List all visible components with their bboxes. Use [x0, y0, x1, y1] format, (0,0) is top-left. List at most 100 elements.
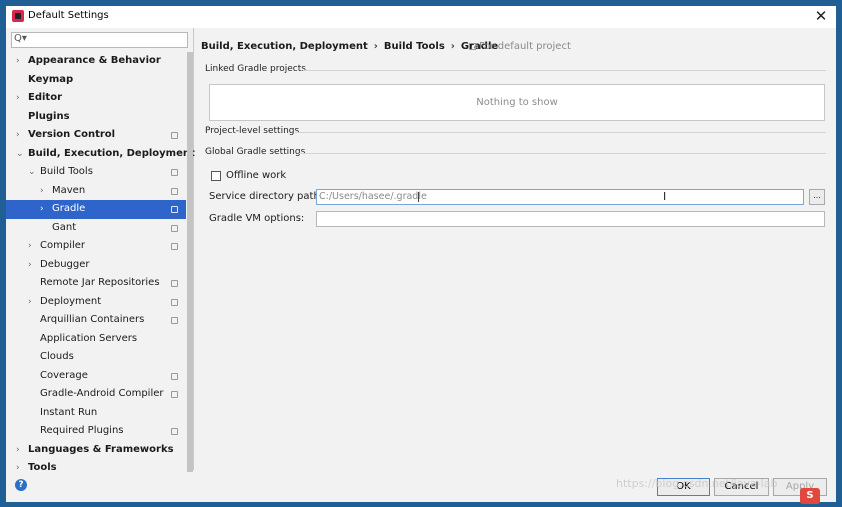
chevron-right-icon[interactable]: › [40, 182, 44, 201]
sidebar-item-label: Gradle [52, 203, 86, 214]
chevron-right-icon[interactable]: › [40, 200, 44, 219]
sidebar-item[interactable]: › Tools [6, 459, 186, 478]
browse-button[interactable]: ... [809, 189, 825, 205]
service-directory-input[interactable]: C:/Users/hasee/.gradle I [316, 189, 804, 205]
project-copy-icon [171, 132, 178, 139]
sidebar-item[interactable]: › Languages & Frameworks [6, 441, 186, 460]
sidebar-item[interactable]: Coverage [6, 367, 186, 386]
sidebar-scrollbar-thumb[interactable] [187, 52, 193, 472]
vm-options-input[interactable] [316, 211, 825, 227]
project-copy-icon [171, 187, 178, 195]
sidebar-item[interactable]: ⌄ Build, Execution, Deployment [6, 145, 195, 164]
chevron-right-icon[interactable]: › [28, 256, 32, 275]
sidebar-item-label: Keymap [28, 73, 74, 85]
sidebar-item-label: Plugins [28, 110, 70, 122]
chevron-right-icon[interactable]: › [28, 237, 32, 256]
sidebar-item[interactable]: › Editor [6, 89, 186, 108]
watermark-text: https://blog.csdn.net/java-lab [616, 477, 778, 490]
sidebar-item[interactable]: › Maven [6, 182, 186, 201]
close-icon[interactable]: ✕ [812, 7, 830, 25]
chevron-down-icon[interactable]: ⌄ [16, 145, 24, 164]
settings-tree: › Appearance & Behavior Keymap › Editor Plugi… [6, 52, 195, 478]
vm-options-label: Gradle VM options: [209, 213, 305, 224]
title-bar: Default Settings ✕ [6, 6, 836, 28]
gradle-settings-panel: Build, Execution, Deployment › Build Tools… [195, 28, 836, 470]
sidebar-item[interactable]: Plugins [6, 108, 186, 127]
sidebar-item-label: Required Plugins [40, 425, 124, 436]
sidebar-item[interactable]: Gant [6, 219, 186, 238]
sidebar-item-label: Build Tools [40, 166, 93, 177]
linked-projects-list[interactable]: Nothing to show [209, 84, 825, 121]
sidebar-item-label: Version Control [28, 129, 116, 140]
sidebar-item-label: Deployment [40, 295, 102, 307]
linked-projects-heading: Linked Gradle projects [205, 64, 306, 74]
sidebar-item-label: Remote Jar Repositories [40, 277, 160, 288]
sidebar-item[interactable]: › Debugger [6, 256, 186, 275]
project-copy-icon [171, 428, 178, 435]
chevron-right-icon[interactable]: › [16, 126, 20, 145]
chevron-right-icon[interactable]: › [16, 52, 20, 71]
project-copy-icon [171, 169, 178, 176]
service-directory-label: Service directory path: [209, 191, 324, 202]
divider [303, 70, 826, 71]
sidebar-item[interactable]: Instant Run [6, 404, 186, 423]
sidebar-item[interactable]: › Deployment [6, 293, 186, 312]
sidebar-item-label: Clouds [40, 351, 74, 362]
project-copy-icon [171, 298, 178, 306]
breadcrumb-item: Build Tools [383, 41, 445, 52]
sidebar-item-label: Coverage [40, 369, 88, 381]
settings-sidebar: Q▾ › Appearance & Behavior Keymap › Editor Pl… [6, 28, 195, 473]
for-default-label: For default project [479, 41, 571, 52]
project-copy-icon [171, 243, 178, 250]
help-icon[interactable]: ? [15, 479, 27, 491]
sidebar-item-label: Gant [52, 221, 77, 233]
project-copy-icon [171, 391, 178, 398]
breadcrumb-separator: › [373, 41, 378, 52]
sidebar-item[interactable]: › Gradle [6, 200, 186, 219]
sidebar-item[interactable]: › Compiler [6, 237, 186, 256]
project-copy-icon [171, 206, 178, 213]
sidebar-item[interactable]: › Appearance & Behavior [6, 52, 186, 71]
sidebar-item-label: Tools [28, 462, 57, 473]
service-directory-value: C:/Users/hasee/.gradle [319, 191, 427, 202]
sidebar-item-label: Debugger [40, 258, 90, 270]
sidebar-item[interactable]: Application Servers [6, 330, 186, 349]
chevron-right-icon[interactable]: › [28, 293, 32, 312]
project-copy-icon [171, 317, 178, 324]
chevron-right-icon[interactable]: › [16, 89, 20, 108]
for-default-project-note: For default project [469, 41, 571, 52]
sidebar-item[interactable]: Clouds [6, 348, 186, 367]
breadcrumb-item: Build, Execution, Deployment [201, 41, 368, 52]
sidebar-item-label: Application Servers [40, 332, 138, 344]
project-copy-icon [171, 372, 178, 380]
chevron-right-icon[interactable]: › [16, 459, 20, 478]
chevron-right-icon[interactable]: › [16, 441, 20, 460]
text-caret [418, 192, 419, 202]
settings-search-input[interactable]: Q▾ [11, 32, 188, 48]
sidebar-item-label: Languages & Frameworks [28, 443, 174, 455]
sidebar-item[interactable]: Keymap [6, 71, 186, 90]
sidebar-item[interactable]: Required Plugins [6, 422, 186, 441]
project-level-heading: Project-level settings [205, 126, 300, 136]
sidebar-item[interactable]: › Version Control [6, 126, 186, 145]
breadcrumb-separator: › [450, 41, 455, 52]
chevron-down-icon[interactable]: ⌄ [28, 163, 36, 182]
sidebar-item[interactable]: Gradle-Android Compiler [6, 385, 186, 404]
project-copy-icon [171, 280, 178, 287]
ibeam-cursor-icon: I [663, 190, 667, 203]
sidebar-item-label: Compiler [40, 240, 86, 251]
sidebar-item[interactable]: Arquillian Containers [6, 311, 186, 330]
sidebar-item-label: Arquillian Containers [40, 314, 145, 325]
offline-work-label: Offline work [226, 170, 287, 181]
breadcrumb: Build, Execution, Deployment › Build Tools… [201, 41, 498, 52]
offline-work-checkbox[interactable] [211, 171, 221, 181]
sidebar-item-label: Editor [28, 92, 62, 103]
sidebar-item-label: Instant Run [40, 406, 98, 418]
sidebar-item-label: Maven [52, 184, 86, 196]
sidebar-item[interactable]: Remote Jar Repositories [6, 274, 186, 293]
sidebar-item-label: Appearance & Behavior [28, 55, 161, 66]
divider [299, 153, 826, 154]
sidebar-item-label: Gradle-Android Compiler [40, 388, 164, 399]
sidebar-item[interactable]: ⌄ Build Tools [6, 163, 186, 182]
empty-list-text: Nothing to show [476, 97, 558, 108]
